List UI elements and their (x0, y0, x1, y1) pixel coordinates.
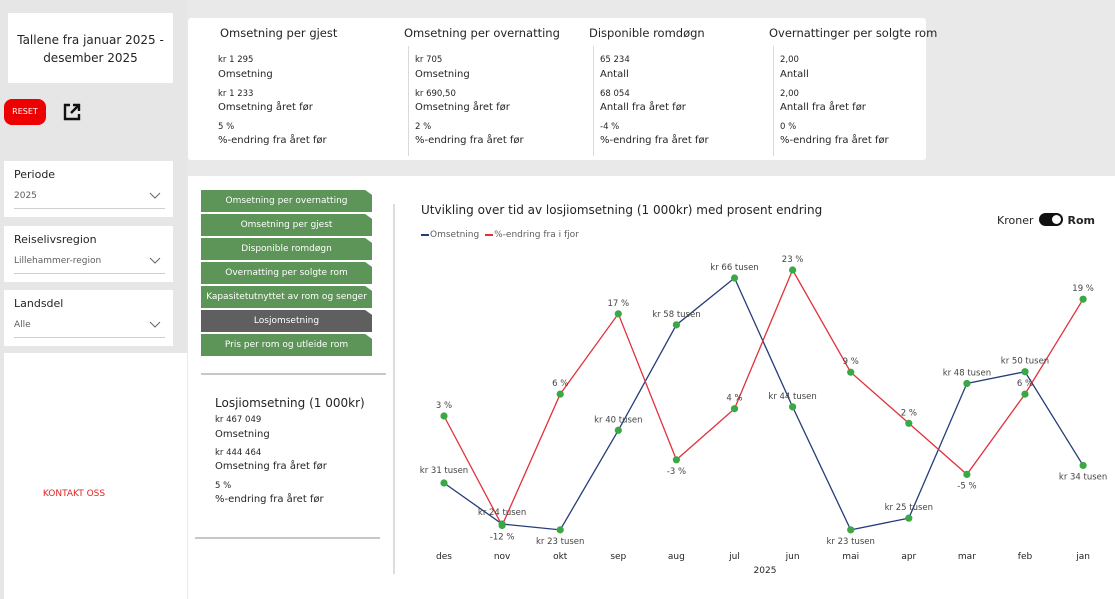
data-label-omsetning: kr 50 tusen (1001, 357, 1049, 367)
data-label-endring: -5 % (957, 481, 976, 491)
data-point-endring[interactable] (498, 521, 506, 530)
x-tick-label: mai (842, 552, 859, 562)
data-label-omsetning: kr 23 tusen (826, 537, 874, 547)
x-tick-label: mar (958, 552, 976, 562)
data-point-endring[interactable] (789, 266, 797, 274)
data-point-omsetning[interactable] (789, 403, 797, 411)
data-label-omsetning: kr 48 tusen (943, 368, 991, 378)
data-label-endring: 4 % (726, 394, 742, 404)
data-point-omsetning[interactable] (1021, 368, 1029, 376)
data-label-endring: 2 % (901, 408, 917, 418)
data-label-omsetning: kr 34 tusen (1059, 472, 1107, 482)
data-point-omsetning[interactable] (672, 321, 681, 329)
data-label-omsetning: kr 44 tusen (768, 392, 816, 402)
data-label-omsetning: kr 40 tusen (594, 415, 642, 425)
x-tick-label: jan (1075, 552, 1090, 562)
data-label-endring: 23 % (782, 255, 804, 265)
data-point-endring[interactable] (556, 390, 564, 398)
data-point-omsetning[interactable] (440, 479, 448, 487)
data-point-endring[interactable] (672, 456, 681, 464)
x-axis-label: 2025 (754, 566, 777, 576)
data-label-omsetning: kr 24 tusen (478, 508, 526, 518)
data-label-endring: -12 % (490, 533, 515, 543)
data-label-omsetning: kr 25 tusen (885, 503, 933, 513)
data-point-endring[interactable] (1021, 390, 1029, 398)
data-label-omsetning: kr 31 tusen (420, 466, 468, 476)
data-label-omsetning: kr 23 tusen (536, 537, 584, 547)
data-label-omsetning: kr 66 tusen (710, 263, 758, 273)
x-tick-label: apr (901, 552, 916, 562)
data-point-endring[interactable] (963, 470, 971, 478)
data-point-endring[interactable] (847, 368, 855, 376)
x-tick-label: nov (494, 552, 511, 562)
data-label-endring: 6 % (1017, 379, 1033, 389)
series-line-omsetning (443, 276, 1084, 531)
data-label-endring: 17 % (607, 299, 629, 309)
data-point-endring[interactable] (614, 310, 622, 318)
x-tick-label: feb (1018, 552, 1033, 562)
data-point-omsetning[interactable] (614, 426, 622, 434)
x-tick-label: okt (553, 552, 568, 562)
data-point-omsetning[interactable] (730, 274, 739, 282)
data-point-omsetning[interactable] (1079, 461, 1087, 470)
data-point-endring[interactable] (730, 405, 739, 413)
series-line-endring (443, 268, 1084, 527)
x-tick-label: jul (728, 552, 740, 562)
data-label-endring: 9 % (843, 357, 859, 367)
data-point-omsetning[interactable] (905, 514, 913, 522)
data-point-omsetning[interactable] (963, 379, 971, 388)
x-tick-label: des (436, 552, 452, 562)
data-point-endring[interactable] (905, 419, 913, 427)
data-point-omsetning[interactable] (847, 526, 855, 534)
x-tick-label: sep (610, 552, 626, 562)
data-label-endring: 3 % (436, 401, 452, 411)
data-label-endring: -3 % (667, 467, 686, 477)
data-label-endring: 19 % (1072, 284, 1094, 294)
data-point-endring[interactable] (440, 412, 448, 420)
x-tick-label: aug (668, 552, 685, 562)
data-label-omsetning: kr 58 tusen (652, 310, 700, 320)
data-label-endring: 6 % (552, 379, 568, 389)
data-point-endring[interactable] (1079, 295, 1087, 303)
x-tick-label: jun (785, 552, 800, 562)
data-point-omsetning[interactable] (556, 526, 564, 534)
line-chart: kr 31 tusen kr 24 tusen kr 23 tusen kr 40 t… (420, 255, 1108, 576)
